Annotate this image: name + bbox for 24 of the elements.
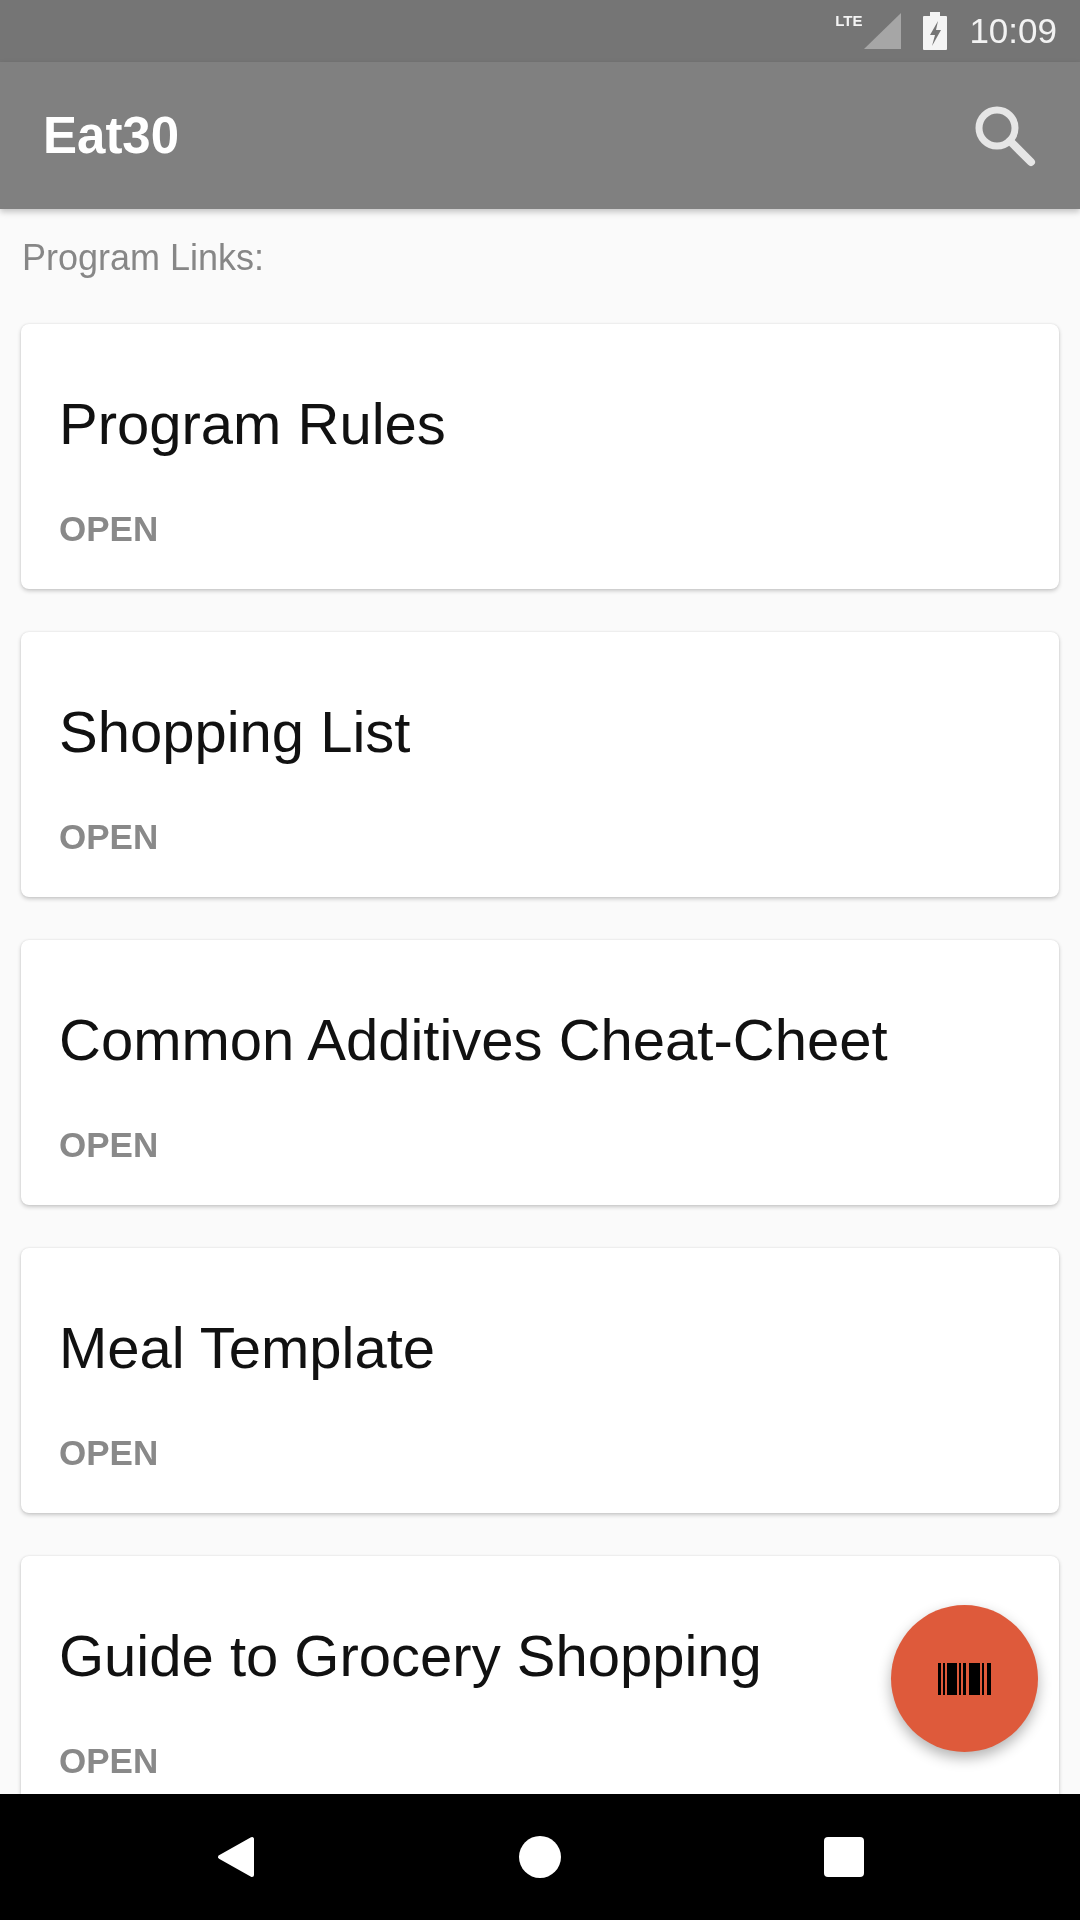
open-button[interactable]: OPEN <box>59 1432 159 1474</box>
section-label: Program Links: <box>21 238 265 278</box>
open-button[interactable]: OPEN <box>59 1740 159 1782</box>
barcode-icon <box>938 1662 991 1695</box>
card-title: Guide to Grocery Shopping <box>59 1622 762 1690</box>
back-button[interactable] <box>217 1836 255 1878</box>
card-title: Program Rules <box>59 390 446 458</box>
card-title: Shopping List <box>59 698 411 766</box>
network-type-label: LTE <box>835 12 863 29</box>
open-button[interactable]: OPEN <box>59 816 159 858</box>
charging-battery-icon <box>923 12 948 50</box>
open-button[interactable]: OPEN <box>59 1124 159 1166</box>
open-button[interactable]: OPEN <box>59 508 159 550</box>
home-button[interactable] <box>519 1836 561 1878</box>
card-title: Meal Template <box>59 1314 436 1382</box>
recents-icon <box>824 1837 864 1877</box>
signal-icon <box>864 13 902 49</box>
app-title: Eat30 <box>43 105 180 166</box>
card-title: Common Additives Cheat-Cheet <box>59 1006 888 1074</box>
home-icon <box>519 1836 561 1878</box>
search-icon <box>974 104 1036 167</box>
back-icon <box>217 1836 255 1878</box>
search-button[interactable] <box>974 104 1036 167</box>
clock-time: 10:09 <box>969 11 1057 51</box>
